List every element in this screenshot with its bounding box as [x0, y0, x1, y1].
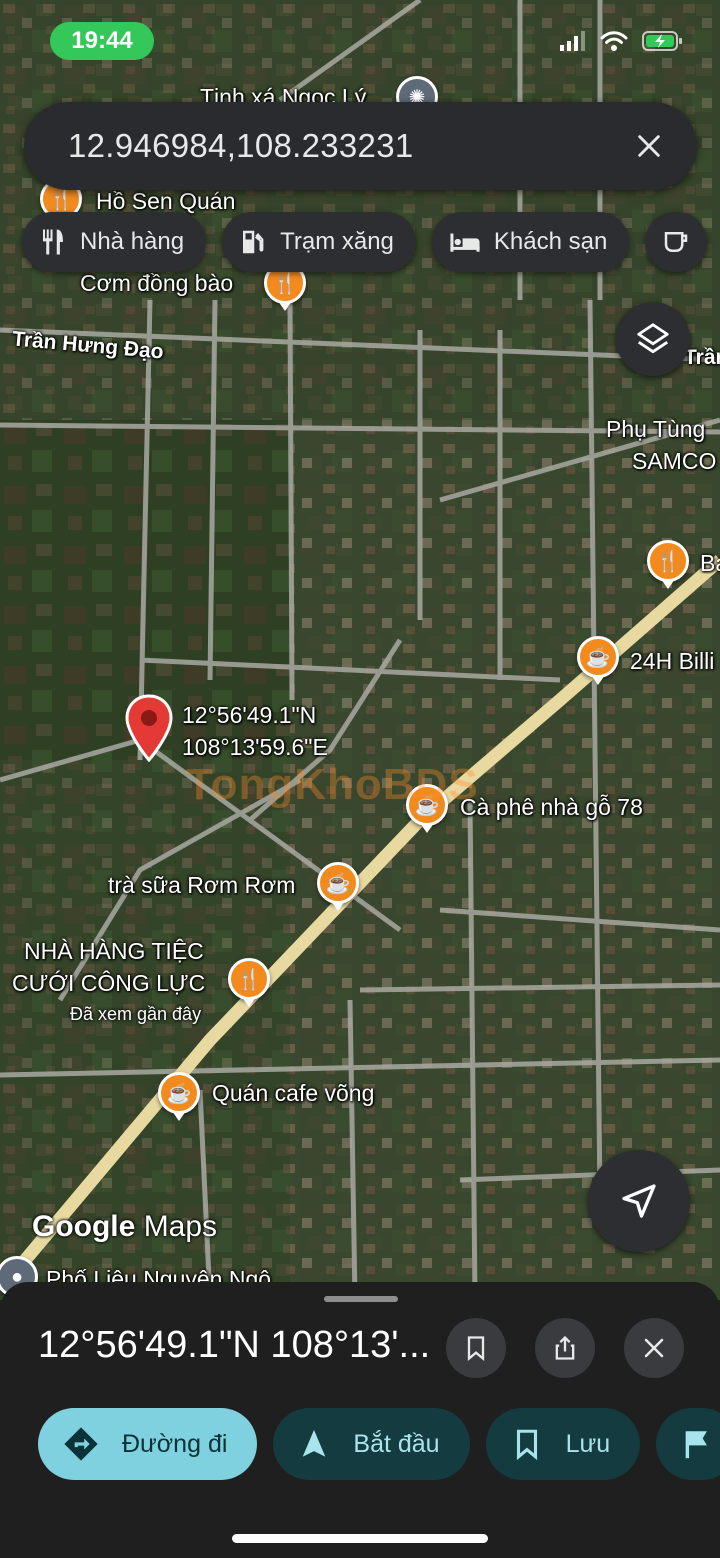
save-button[interactable]: Lưu [485, 1408, 641, 1480]
restaurant-icon[interactable]: 🍴 [647, 540, 689, 582]
save-label: Lưu [565, 1429, 611, 1458]
directions-icon [64, 1427, 98, 1461]
place-bottom-sheet[interactable]: 12°56'49.1"N 108°13'... Đường đi Bắt đầu [0, 1282, 720, 1558]
chip-label: Trạm xăng [280, 228, 394, 255]
start-button[interactable]: Bắt đầu [273, 1408, 470, 1480]
share-button[interactable] [535, 1318, 595, 1378]
poi-label-cuoi-cong-luc[interactable]: CƯỚI CÔNG LỰC [12, 970, 205, 997]
chip-cafes[interactable] [645, 212, 708, 272]
action-row: Đường đi Bắt đầu Lưu [38, 1408, 720, 1480]
signal-icon [560, 31, 585, 51]
cafe-icon[interactable]: ☕ [317, 862, 359, 904]
share-icon [555, 1335, 575, 1360]
maps-product: Maps [143, 1210, 218, 1243]
poi-label-24h-billi[interactable]: 24H Billi [630, 648, 714, 675]
clear-search-button[interactable] [627, 124, 671, 168]
chip-label: Khách sạn [493, 228, 608, 255]
home-indicator [232, 1534, 488, 1543]
poi-label-phu-tung[interactable]: Phụ Tùng [606, 416, 705, 443]
poi-label-samco[interactable]: SAMCO [632, 448, 716, 475]
save-icon-button[interactable] [446, 1318, 506, 1378]
status-icons [560, 30, 684, 52]
satellite-map[interactable]: Trần Hưng Đạo Trần Tịnh xá Ngọc Lý ✺ 🍴 H… [0, 0, 720, 1300]
recently-viewed-label: Đã xem gần đây [70, 1004, 202, 1024]
category-chips: Nhà hàng Trạm xăng Khách sạn [22, 212, 708, 272]
restaurant-icon [43, 229, 63, 255]
road-label-tran: Trần [684, 346, 720, 369]
pin-latitude-label: 12°56'49.1"N [182, 702, 317, 728]
hotel-icon [450, 233, 480, 252]
layers-button[interactable] [616, 302, 690, 376]
restaurant-icon[interactable]: 🍴 [228, 958, 270, 1000]
google-maps-logo: Google Maps [32, 1210, 217, 1244]
watermark: TongKhoBDS [186, 760, 479, 809]
more-action-button[interactable] [656, 1408, 720, 1480]
poi-label-nha-hang-tiec[interactable]: NHÀ HÀNG TIỆC [24, 938, 204, 965]
directions-button[interactable]: Đường đi [38, 1408, 258, 1480]
poi-label-ca-phe-nha-go[interactable]: Cà phê nhà gỗ 78 [460, 794, 643, 821]
layers-icon [637, 323, 669, 354]
status-time: 19:44 [50, 22, 154, 60]
dropped-pin-icon[interactable] [124, 694, 174, 762]
google-brand: Google [32, 1210, 136, 1243]
flag-icon [685, 1431, 708, 1459]
chip-hotels[interactable]: Khách sạn [431, 212, 630, 272]
place-title: 12°56'49.1"N 108°13'... [38, 1324, 431, 1366]
gas-station-icon [243, 230, 264, 254]
bookmark-icon [516, 1429, 537, 1461]
wifi-icon [600, 31, 628, 51]
cafe-icon[interactable]: ☕ [577, 636, 619, 678]
poi-label-com-dong-bao[interactable]: Cơm đồng bào [80, 270, 233, 297]
close-sheet-button[interactable] [624, 1318, 684, 1378]
bookmark-icon [467, 1336, 485, 1361]
chip-label: Nhà hàng [80, 228, 185, 255]
poi-label-quan-cafe-vong[interactable]: Quán cafe võng [212, 1080, 374, 1107]
cafe-icon [665, 232, 688, 252]
close-icon [644, 1338, 664, 1358]
my-location-button[interactable] [588, 1150, 690, 1252]
chip-gas-stations[interactable]: Trạm xăng [222, 212, 416, 272]
start-label: Bắt đầu [353, 1429, 440, 1458]
pin-longitude-label: 108°13'59.6"E [182, 734, 328, 760]
battery-charging-icon [642, 31, 682, 51]
sheet-drag-handle[interactable] [324, 1296, 398, 1302]
poi-label-ba[interactable]: Ba [700, 550, 720, 577]
navigation-arrow-icon [622, 1184, 656, 1218]
search-bar[interactable]: 12.946984,108.233231 [24, 102, 697, 190]
search-query[interactable]: 12.946984,108.233231 [68, 127, 414, 165]
poi-label-ho-sen-quan[interactable]: Hồ Sen Quán [96, 188, 235, 215]
navigation-arrow-icon [303, 1429, 326, 1457]
poi-label-tra-sua[interactable]: trà sữa Rơm Rơm [108, 872, 295, 899]
directions-label: Đường đi [122, 1429, 228, 1458]
cafe-icon[interactable]: ☕ [158, 1072, 200, 1114]
close-icon [638, 135, 660, 157]
chip-restaurants[interactable]: Nhà hàng [22, 212, 207, 272]
